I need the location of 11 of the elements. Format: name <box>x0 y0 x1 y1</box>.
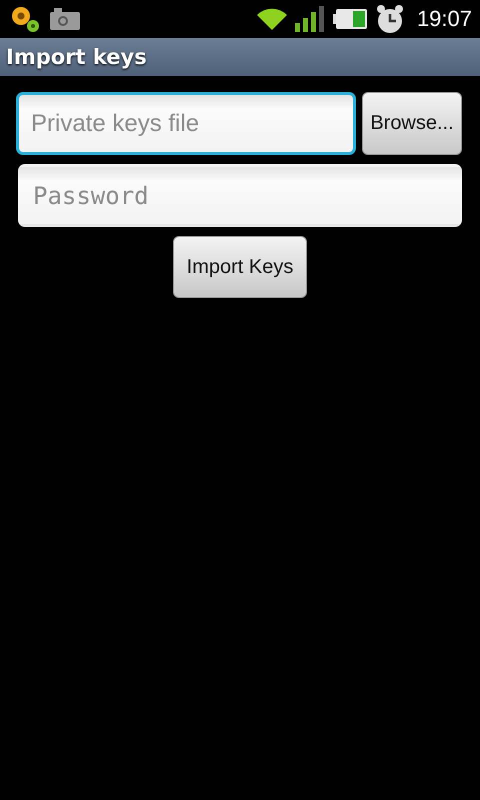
password-field[interactable]: Password <box>18 164 462 227</box>
clock-time: 19:07 <box>416 6 472 32</box>
import-keys-button[interactable]: Import Keys <box>173 236 307 298</box>
signal-icon <box>294 6 325 32</box>
battery-icon <box>332 8 367 30</box>
wifi-icon <box>256 8 287 30</box>
window-title: Import keys <box>0 38 480 76</box>
file-field[interactable]: Private keys file <box>16 92 356 155</box>
alarm-clock-icon <box>374 4 405 34</box>
browse-button[interactable]: Browse... <box>362 92 462 155</box>
camera-icon <box>50 8 80 30</box>
